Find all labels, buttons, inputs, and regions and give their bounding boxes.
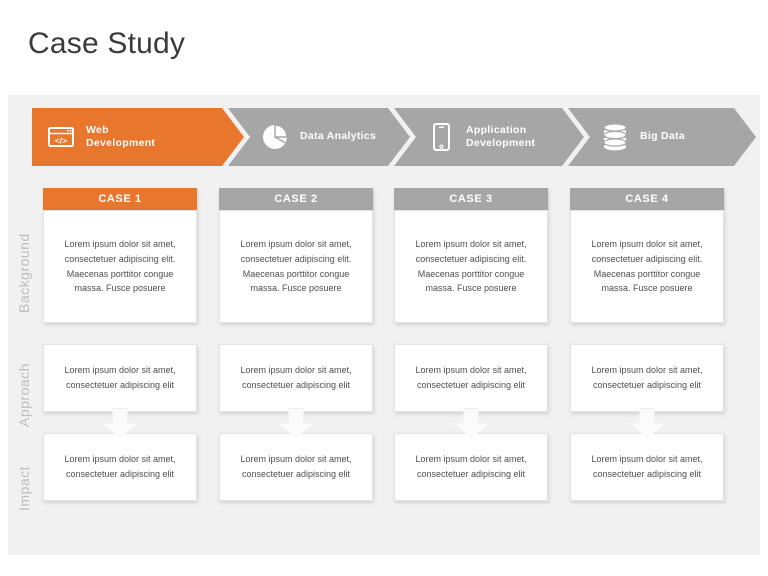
pie-chart-icon (260, 120, 290, 154)
background-card[interactable]: Lorem ipsum dolor sit amet, consectetuer… (43, 210, 197, 323)
process-step-application-development[interactable]: Application Development (394, 108, 584, 166)
row-label-background: Background (16, 233, 32, 313)
content-panel: </> Web Development Data Analytics Appli… (8, 95, 760, 555)
arrow-slot (570, 408, 724, 438)
process-step-web-development[interactable]: </> Web Development (32, 108, 244, 166)
case-header[interactable]: CASE 1 (43, 188, 197, 210)
process-step-big-data[interactable]: Big Data (568, 108, 756, 166)
card-text: Lorem ipsum dolor sit amet, consectetuer… (240, 454, 352, 479)
card-text: Lorem ipsum dolor sit amet, consectetuer… (64, 454, 176, 479)
case-column-3: CASE 3 Lorem ipsum dolor sit amet, conse… (394, 188, 548, 501)
process-step-data-analytics[interactable]: Data Analytics (228, 108, 410, 166)
case-header[interactable]: CASE 4 (570, 188, 724, 210)
approach-card[interactable]: Lorem ipsum dolor sit amet, consectetuer… (394, 344, 548, 412)
approach-card[interactable]: Lorem ipsum dolor sit amet, consectetuer… (43, 344, 197, 412)
page-title: Case Study (28, 27, 186, 60)
arrow-slot (43, 408, 197, 438)
card-text: Lorem ipsum dolor sit amet, consectetuer… (415, 365, 527, 390)
row-label-approach: Approach (16, 363, 32, 428)
card-text: Lorem ipsum dolor sit amet, consectetuer… (415, 239, 527, 294)
code-window-icon: </> (46, 120, 76, 154)
card-text: Lorem ipsum dolor sit amet, consectetuer… (64, 239, 176, 294)
impact-card[interactable]: Lorem ipsum dolor sit amet, consectetuer… (219, 433, 373, 501)
card-text: Lorem ipsum dolor sit amet, consectetuer… (591, 365, 703, 390)
background-card[interactable]: Lorem ipsum dolor sit amet, consectetuer… (570, 210, 724, 323)
case-header[interactable]: CASE 2 (219, 188, 373, 210)
arrow-slot (394, 408, 548, 438)
card-text: Lorem ipsum dolor sit amet, consectetuer… (591, 454, 703, 479)
database-icon (600, 120, 630, 154)
case-column-1: CASE 1 Lorem ipsum dolor sit amet, conse… (43, 188, 197, 501)
process-step-label: Data Analytics (300, 130, 377, 143)
background-card[interactable]: Lorem ipsum dolor sit amet, consectetuer… (219, 210, 373, 323)
card-text: Lorem ipsum dolor sit amet, consectetuer… (591, 239, 703, 294)
case-header[interactable]: CASE 3 (394, 188, 548, 210)
row-label-impact: Impact (16, 465, 32, 511)
process-step-label: Big Data (640, 130, 685, 143)
case-column-4: CASE 4 Lorem ipsum dolor sit amet, conse… (570, 188, 724, 501)
approach-card[interactable]: Lorem ipsum dolor sit amet, consectetuer… (219, 344, 373, 412)
background-card[interactable]: Lorem ipsum dolor sit amet, consectetuer… (394, 210, 548, 323)
impact-card[interactable]: Lorem ipsum dolor sit amet, consectetuer… (43, 433, 197, 501)
process-step-label: Web Development (86, 123, 156, 149)
card-text: Lorem ipsum dolor sit amet, consectetuer… (240, 239, 352, 294)
approach-card[interactable]: Lorem ipsum dolor sit amet, consectetuer… (570, 344, 724, 412)
card-text: Lorem ipsum dolor sit amet, consectetuer… (64, 365, 176, 390)
svg-text:</>: </> (55, 135, 67, 145)
case-column-2: CASE 2 Lorem ipsum dolor sit amet, conse… (219, 188, 373, 501)
card-text: Lorem ipsum dolor sit amet, consectetuer… (415, 454, 527, 479)
process-bar: </> Web Development Data Analytics Appli… (32, 108, 756, 166)
arrow-slot (219, 408, 373, 438)
process-step-label: Application Development (466, 123, 536, 149)
impact-card[interactable]: Lorem ipsum dolor sit amet, consectetuer… (570, 433, 724, 501)
impact-card[interactable]: Lorem ipsum dolor sit amet, consectetuer… (394, 433, 548, 501)
smartphone-icon (426, 120, 456, 154)
card-text: Lorem ipsum dolor sit amet, consectetuer… (240, 365, 352, 390)
slide-canvas: Case Study </> Web Development Data Anal… (0, 0, 768, 576)
